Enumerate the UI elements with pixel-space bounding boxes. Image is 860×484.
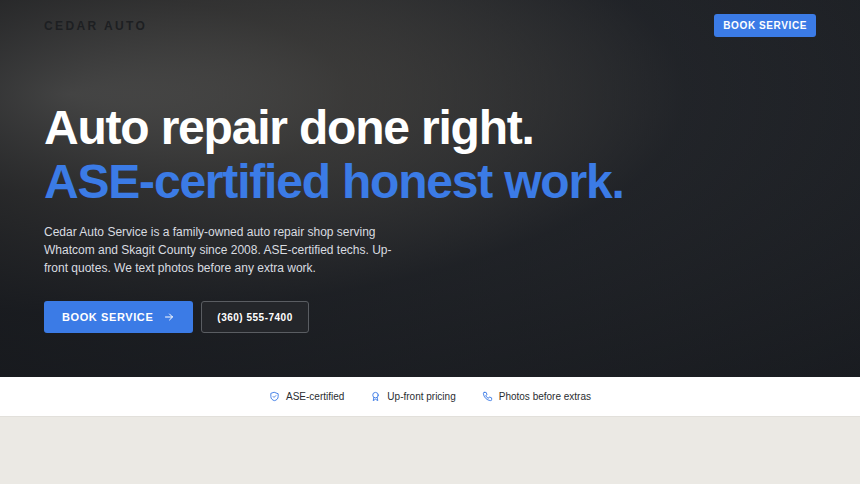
nav-bar: CEDAR AUTO BOOK SERVICE xyxy=(0,0,860,37)
book-service-button[interactable]: BOOK SERVICE xyxy=(714,14,816,37)
hero-buttons: BOOK SERVICE (360) 555-7400 xyxy=(44,301,816,333)
trust-item: ASE-certified xyxy=(269,391,344,402)
trust-label: ASE-certified xyxy=(286,391,344,402)
shield-check-icon xyxy=(269,391,280,402)
hero-subtitle: ASE-certified honest work. xyxy=(44,155,816,209)
hero-title: Auto repair done right. xyxy=(44,101,816,155)
book-service-label: BOOK SERVICE xyxy=(62,311,153,323)
trust-label: Up-front pricing xyxy=(387,391,455,402)
arrow-right-icon xyxy=(163,311,175,323)
phone-button[interactable]: (360) 555-7400 xyxy=(201,301,308,333)
award-icon xyxy=(370,391,381,402)
trust-label: Photos before extras xyxy=(499,391,591,402)
trust-item: Up-front pricing xyxy=(370,391,455,402)
book-service-cta[interactable]: BOOK SERVICE xyxy=(44,301,193,333)
hero-section: CEDAR AUTO BOOK SERVICE Auto repair done r… xyxy=(0,0,860,377)
trust-item: Photos before extras xyxy=(482,391,591,402)
trust-bar: ASE-certified Up-front pricing Photos befo… xyxy=(0,377,860,417)
hero-heading: Auto repair done right.ASE-certified hon… xyxy=(44,101,816,209)
hero-content: Auto repair done right.ASE-certified hon… xyxy=(0,37,860,333)
phone-icon xyxy=(482,391,493,402)
hero-description: Cedar Auto Service is a family-owned aut… xyxy=(44,223,414,277)
logo[interactable]: CEDAR AUTO xyxy=(44,19,147,33)
